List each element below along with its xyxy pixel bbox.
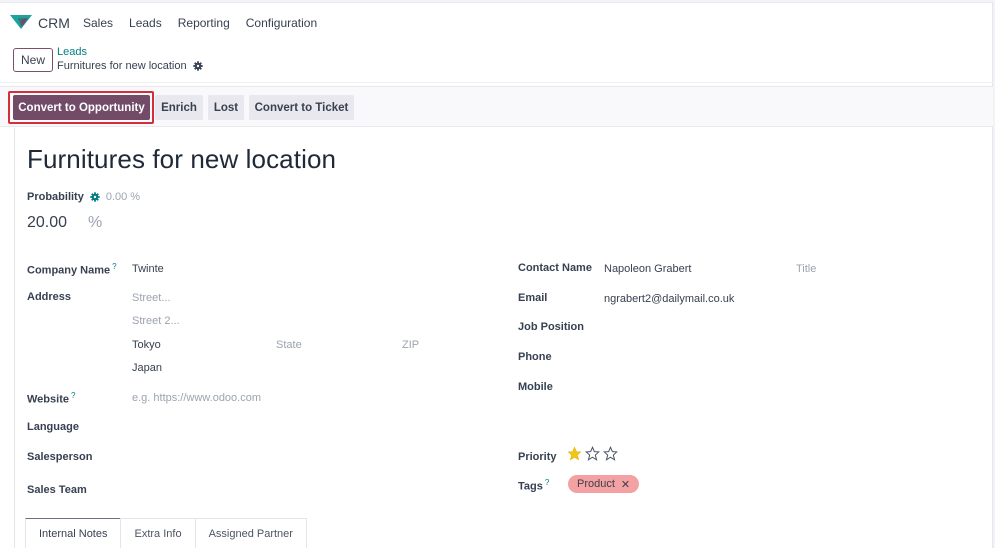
probability-unit: % xyxy=(88,214,103,231)
tab-extra-info[interactable]: Extra Info xyxy=(120,518,196,548)
probability-label: Probability 0.00 % xyxy=(27,191,140,203)
country-select[interactable]: Japan xyxy=(132,362,162,374)
gear-icon[interactable] xyxy=(192,61,203,71)
enrich-button[interactable]: Enrich xyxy=(155,95,203,120)
street-input[interactable]: Street... xyxy=(132,292,171,304)
lead-title[interactable]: Furnitures for new location xyxy=(27,144,336,175)
form-sheet xyxy=(14,128,992,548)
language-label: Language xyxy=(27,421,79,433)
breadcrumb-parent-link[interactable]: Leads xyxy=(57,46,87,58)
automated-probability: 0.00 % xyxy=(105,191,141,203)
nav-item-leads[interactable]: Leads xyxy=(129,16,162,30)
website-input[interactable]: e.g. https://www.odoo.com xyxy=(132,392,261,404)
tags-label-text: Tags xyxy=(518,480,543,493)
help-icon[interactable]: ? xyxy=(112,262,116,271)
crm-logo-icon[interactable] xyxy=(10,15,32,29)
tag-badge[interactable]: Product ✕ xyxy=(568,475,640,493)
probability-label-text: Probability xyxy=(27,191,84,203)
email-label: Email xyxy=(518,292,548,304)
breadcrumb-current: Furnitures for new location xyxy=(57,60,203,72)
tab-internal-notes[interactable]: Internal Notes xyxy=(25,518,122,548)
title-select[interactable]: Title xyxy=(796,263,816,275)
email-input[interactable]: ngrabert2@dailymail.co.uk xyxy=(604,293,734,305)
contact-name-input[interactable]: Napoleon Grabert xyxy=(604,263,691,275)
sales-team-label: Sales Team xyxy=(27,484,87,496)
mobile-label: Mobile xyxy=(518,381,553,393)
star-empty-icon[interactable] xyxy=(603,446,618,461)
gear-icon[interactable] xyxy=(90,192,100,202)
tag-label: Product xyxy=(577,478,615,490)
top-navbar: CRM Sales Leads Reporting Configuration xyxy=(0,3,993,39)
star-filled-icon[interactable] xyxy=(567,446,582,461)
company-name-label: Company Name? xyxy=(27,262,117,277)
company-name-label-text: Company Name xyxy=(27,264,111,277)
nav-item-sales[interactable]: Sales xyxy=(83,16,113,30)
help-icon[interactable]: ? xyxy=(71,391,75,400)
nav-menu: Sales Leads Reporting Configuration xyxy=(83,16,333,30)
highlight-box xyxy=(8,91,154,124)
tab-assigned-partner[interactable]: Assigned Partner xyxy=(194,518,307,548)
help-icon[interactable]: ? xyxy=(545,478,549,487)
app-name[interactable]: CRM xyxy=(38,15,70,31)
remove-tag-icon[interactable]: ✕ xyxy=(621,478,630,491)
breadcrumb-current-label: Furnitures for new location xyxy=(57,60,187,72)
company-name-input[interactable]: Twinte xyxy=(132,263,164,275)
website-label-text: Website xyxy=(27,393,69,406)
control-panel: New Leads Furnitures for new location xyxy=(0,39,993,83)
nav-item-reporting[interactable]: Reporting xyxy=(178,16,230,30)
street2-input[interactable]: Street 2... xyxy=(132,315,180,327)
star-empty-icon[interactable] xyxy=(585,446,600,461)
priority-widget xyxy=(567,446,618,461)
tags-label: Tags? xyxy=(518,478,549,493)
job-position-label: Job Position xyxy=(518,321,584,333)
state-select[interactable]: State xyxy=(276,339,302,351)
zip-input[interactable]: ZIP xyxy=(402,339,419,351)
notebook-tabs: Internal Notes Extra Info Assigned Partn… xyxy=(25,518,307,548)
website-label: Website? xyxy=(27,391,75,406)
convert-to-ticket-button[interactable]: Convert to Ticket xyxy=(249,95,354,120)
probability-input[interactable]: 20.00 xyxy=(27,214,67,232)
nav-item-configuration[interactable]: Configuration xyxy=(246,16,317,30)
new-button[interactable]: New xyxy=(13,48,53,72)
lost-button[interactable]: Lost xyxy=(208,95,244,120)
address-label: Address xyxy=(27,291,72,303)
salesperson-label: Salesperson xyxy=(27,451,93,463)
phone-label: Phone xyxy=(518,351,552,363)
contact-name-label: Contact Name xyxy=(518,262,592,274)
city-input[interactable]: Tokyo xyxy=(132,339,161,351)
priority-label: Priority xyxy=(518,451,557,463)
